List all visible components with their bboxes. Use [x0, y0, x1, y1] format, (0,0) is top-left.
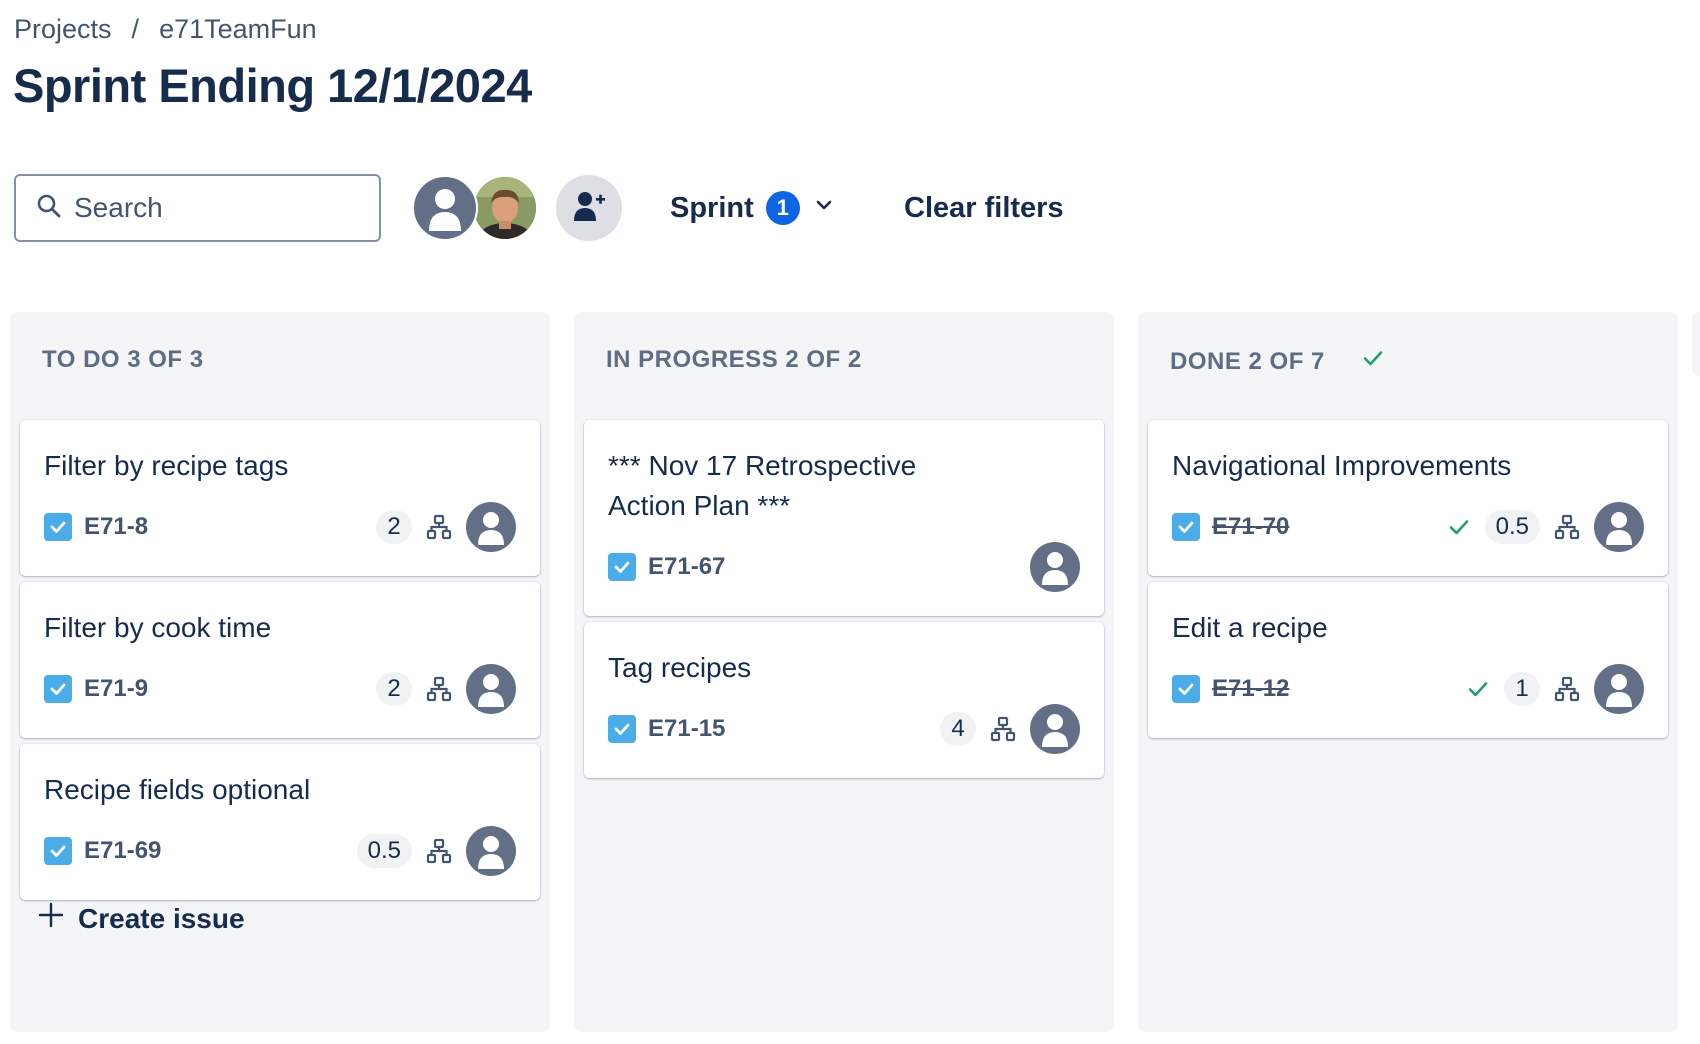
breadcrumb-project[interactable]: e71TeamFun [159, 14, 317, 45]
board: TO DO 3 OF 3 Filter by recipe tags E71-8… [10, 312, 1700, 1032]
story-points-badge: 0.5 [1484, 510, 1540, 544]
avatar-icon[interactable] [1030, 704, 1080, 754]
next-column-edge [1692, 312, 1700, 376]
column-title: DONE 2 OF 7 [1170, 347, 1325, 375]
card-title: Recipe fields optional [44, 774, 311, 805]
page-title: Sprint Ending 12/1/2024 [13, 59, 532, 112]
issue-card[interactable]: *** Nov 17 Retrospective Action Plan ***… [584, 420, 1104, 616]
hierarchy-icon[interactable] [426, 514, 452, 540]
task-checkbox-icon [44, 675, 72, 703]
breadcrumb: Projects / e71TeamFun [14, 14, 317, 45]
issue-key[interactable]: E71-15 [648, 715, 725, 743]
column-header: DONE 2 OF 7 [1170, 346, 1385, 377]
checkmark-icon [1466, 677, 1490, 701]
sprint-filter-label: Sprint [670, 191, 754, 224]
story-points-badge: 2 [376, 510, 412, 544]
search-box[interactable] [14, 174, 381, 242]
task-checkbox-icon [44, 837, 72, 865]
avatar-filter-group [412, 175, 542, 241]
column-todo: TO DO 3 OF 3 Filter by recipe tags E71-8… [10, 312, 550, 1032]
card-title: Tag recipes [608, 652, 752, 683]
story-points-badge: 4 [940, 712, 976, 746]
breadcrumb-separator: / [131, 14, 140, 44]
card-footer: E71-67 [608, 542, 1080, 592]
issue-card[interactable]: Edit a recipe E71-12 1 [1148, 582, 1668, 738]
task-checkbox-icon [1172, 513, 1200, 541]
task-checkbox-icon [608, 715, 636, 743]
hierarchy-icon[interactable] [990, 716, 1016, 742]
hierarchy-icon[interactable] [426, 676, 452, 702]
card-title-line: Action Plan *** [608, 490, 791, 521]
column-header: TO DO 3 OF 3 [42, 346, 204, 374]
issue-key[interactable]: E71-9 [84, 675, 148, 703]
story-points-badge: 0.5 [356, 834, 412, 868]
hierarchy-icon[interactable] [426, 838, 452, 864]
column-title: TO DO 3 OF 3 [42, 346, 204, 373]
issue-card[interactable]: Filter by recipe tags E71-8 2 [20, 420, 540, 576]
task-checkbox-icon [44, 513, 72, 541]
add-people-button[interactable] [556, 175, 622, 241]
story-points-badge: 2 [376, 672, 412, 706]
issue-key[interactable]: E71-69 [84, 837, 161, 865]
add-person-icon [572, 189, 606, 228]
task-checkbox-icon [1172, 675, 1200, 703]
card-title: Filter by recipe tags [44, 450, 289, 481]
clear-filters-button[interactable]: Clear filters [904, 182, 1064, 234]
avatar-icon[interactable] [466, 664, 516, 714]
avatar-unassigned[interactable] [412, 175, 478, 241]
story-points-badge: 1 [1504, 672, 1540, 706]
create-issue-button[interactable]: Create issue [38, 902, 245, 935]
breadcrumb-projects[interactable]: Projects [14, 14, 112, 45]
checkmark-icon [1361, 346, 1385, 377]
avatar-icon[interactable] [1594, 502, 1644, 552]
issue-key[interactable]: E71-8 [84, 513, 148, 541]
checkmark-icon [1447, 515, 1471, 539]
card-footer: E71-69 0.5 [44, 826, 516, 876]
column-in-progress: IN PROGRESS 2 OF 2 *** Nov 17 Retrospect… [574, 312, 1114, 1032]
card-title: *** Nov 17 Retrospective Action Plan *** [608, 446, 1048, 526]
card-title-line: *** Nov 17 Retrospective [608, 450, 917, 481]
hierarchy-icon[interactable] [1554, 514, 1580, 540]
sprint-count-badge: 1 [765, 191, 800, 225]
card-footer: E71-70 0.5 [1172, 502, 1644, 552]
search-input[interactable] [74, 192, 354, 224]
card-footer: E71-8 2 [44, 502, 516, 552]
issue-key[interactable]: E71-67 [648, 553, 725, 581]
chevron-down-icon [812, 192, 836, 225]
avatar-icon[interactable] [1594, 664, 1644, 714]
create-issue-label: Create issue [78, 902, 245, 934]
plus-icon [38, 902, 64, 935]
filter-toolbar: Sprint 1 Clear filters [14, 174, 1694, 242]
issue-card[interactable]: Tag recipes E71-15 4 [584, 622, 1104, 778]
search-icon [36, 193, 62, 224]
issue-key[interactable]: E71-12 [1212, 675, 1289, 703]
card-title: Filter by cook time [44, 612, 272, 643]
card-footer: E71-9 2 [44, 664, 516, 714]
sprint-filter-dropdown[interactable]: Sprint 1 [670, 182, 836, 234]
issue-card[interactable]: Recipe fields optional E71-69 0.5 [20, 744, 540, 900]
avatar-icon[interactable] [466, 502, 516, 552]
issue-key[interactable]: E71-70 [1212, 513, 1289, 541]
avatar-icon[interactable] [1030, 542, 1080, 592]
issue-card[interactable]: Navigational Improvements E71-70 0.5 [1148, 420, 1668, 576]
card-footer: E71-12 1 [1172, 664, 1644, 714]
card-footer: E71-15 4 [608, 704, 1080, 754]
column-done: DONE 2 OF 7 Navigational Improvements E7… [1138, 312, 1678, 1032]
issue-card[interactable]: Filter by cook time E71-9 2 [20, 582, 540, 738]
column-title: IN PROGRESS 2 OF 2 [606, 346, 862, 373]
card-title: Navigational Improvements [1172, 450, 1512, 481]
avatar-user-photo[interactable] [472, 175, 538, 241]
avatar-icon[interactable] [466, 826, 516, 876]
task-checkbox-icon [608, 553, 636, 581]
hierarchy-icon[interactable] [1554, 676, 1580, 702]
column-header: IN PROGRESS 2 OF 2 [606, 346, 862, 374]
card-title: Edit a recipe [1172, 612, 1328, 643]
